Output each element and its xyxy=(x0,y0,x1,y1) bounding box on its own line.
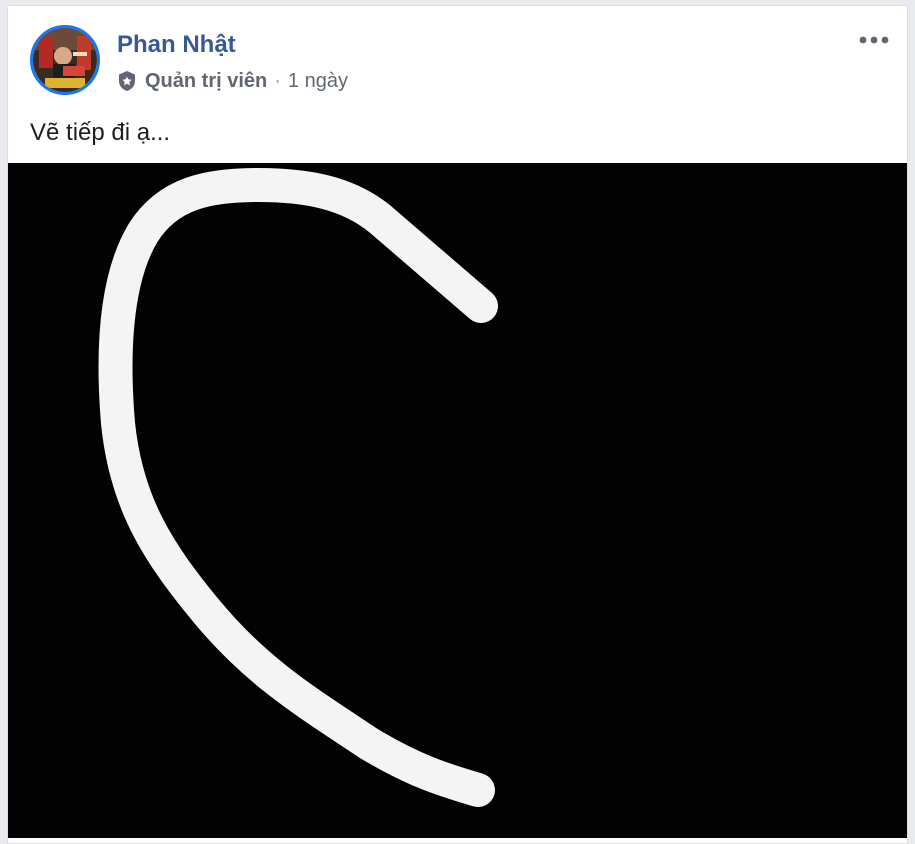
post-timestamp[interactable]: 1 ngày xyxy=(288,68,348,94)
post-photo[interactable] xyxy=(8,163,907,838)
drawing-stroke xyxy=(8,163,907,838)
post-card: Phan Nhật Quản trị viên · 1 ngày Vẽ tiếp… xyxy=(7,5,908,844)
avatar[interactable] xyxy=(30,25,100,95)
meta-separator: · xyxy=(274,70,281,92)
post-meta: Quản trị viên · 1 ngày xyxy=(117,68,348,94)
role-label[interactable]: Quản trị viên xyxy=(145,68,267,94)
shield-icon xyxy=(117,70,137,92)
more-options-icon[interactable] xyxy=(857,30,891,50)
post-header: Phan Nhật Quản trị viên · 1 ngày xyxy=(8,6,907,106)
author-name[interactable]: Phan Nhật xyxy=(117,31,236,59)
avatar-image xyxy=(33,28,97,92)
post-text: Vẽ tiếp đi ạ... xyxy=(30,119,171,146)
